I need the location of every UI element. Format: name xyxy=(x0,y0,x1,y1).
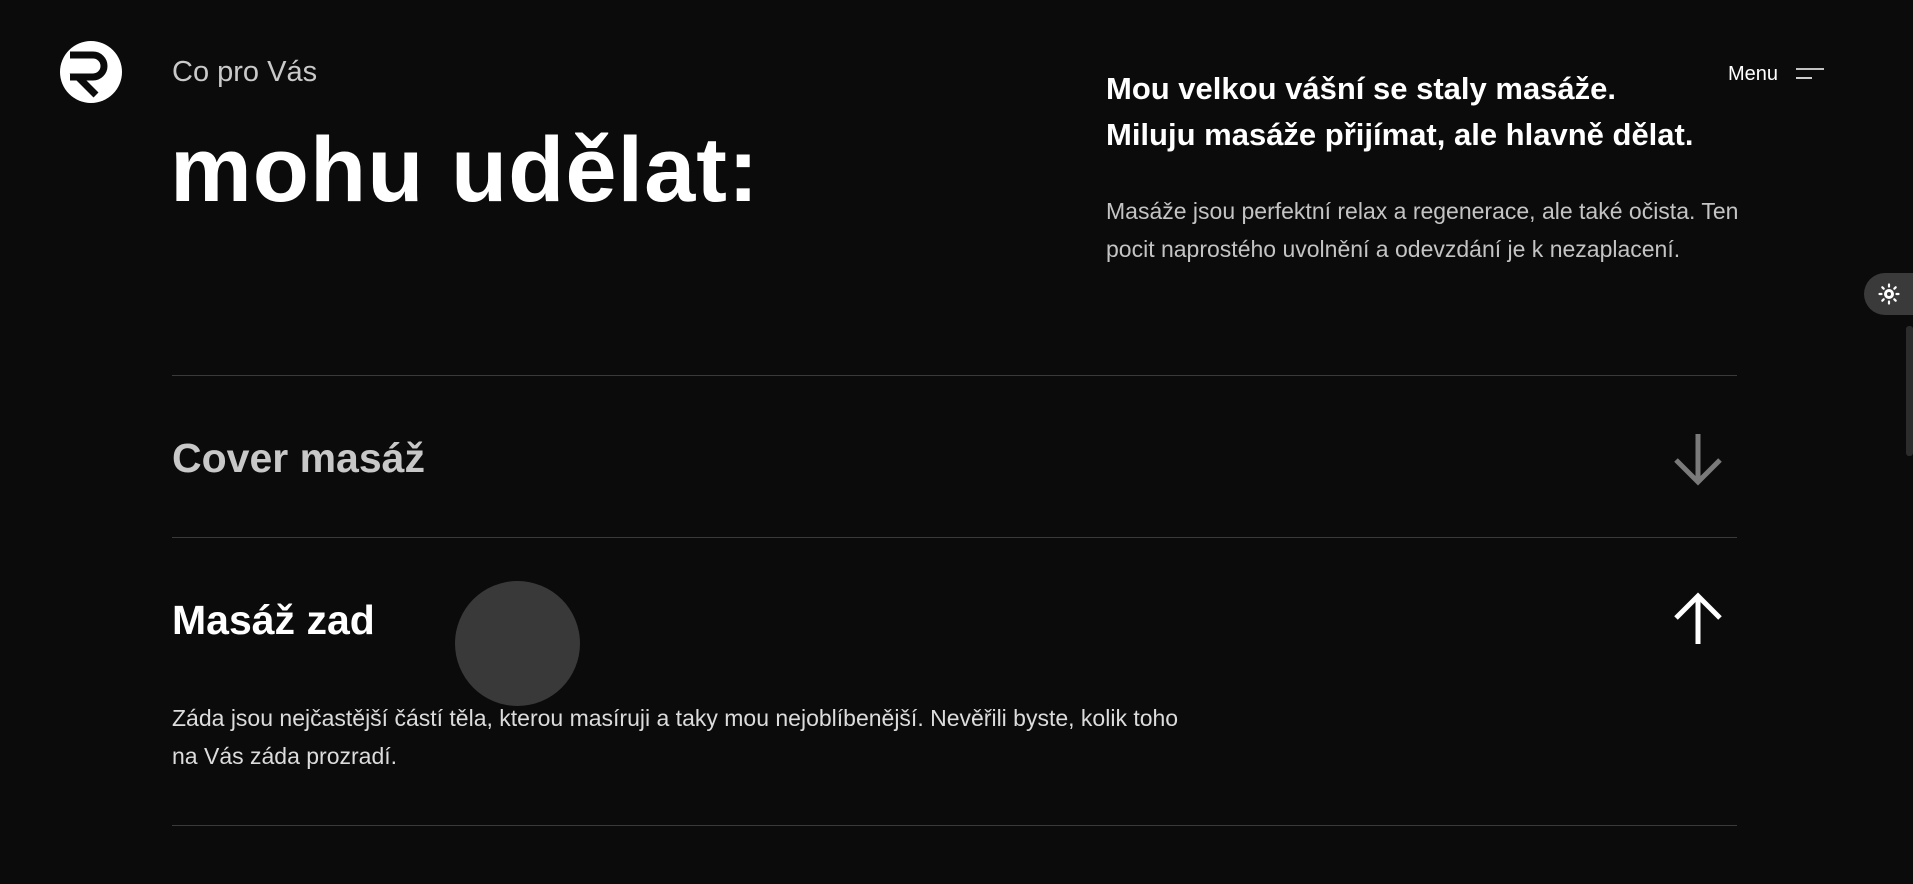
hamburger-icon xyxy=(1796,68,1825,79)
sun-icon xyxy=(1878,283,1900,305)
intro-heading: Mou velkou vášní se staly masáže. Miluju… xyxy=(1106,66,1693,158)
divider xyxy=(172,825,1737,826)
section-headline: mohu udělat: xyxy=(170,119,760,221)
accordion-item-masaz-zad[interactable] xyxy=(172,538,1737,658)
menu-button[interactable]: Menu xyxy=(1728,62,1825,86)
logo-mark-icon xyxy=(69,51,108,98)
accordion-title: Cover masáž xyxy=(172,435,425,481)
section-eyebrow: Co pro Vás xyxy=(172,56,318,88)
intro-heading-line-1: Mou velkou vášní se staly masáže. xyxy=(1106,71,1617,106)
intro-heading-line-2: Miluju masáže přijímat, ale hlavně dělat… xyxy=(1106,117,1694,152)
theme-toggle[interactable] xyxy=(1864,273,1913,315)
custom-cursor xyxy=(455,581,580,706)
arrow-up-icon[interactable] xyxy=(1672,590,1724,646)
accordion-title: Masáž zad xyxy=(172,597,375,643)
accordion-description: Záda jsou nejčastější částí těla, kterou… xyxy=(172,705,1179,769)
intro-paragraph: Masáže jsou perfektní relax a regenerace… xyxy=(1106,198,1739,262)
arrow-down-icon[interactable] xyxy=(1672,432,1724,488)
logo[interactable] xyxy=(60,41,122,103)
scrollbar-thumb[interactable] xyxy=(1906,326,1913,456)
menu-label: Menu xyxy=(1728,63,1779,85)
page: Co pro Vás mohu udělat: Mou velkou vášní… xyxy=(0,0,1913,884)
